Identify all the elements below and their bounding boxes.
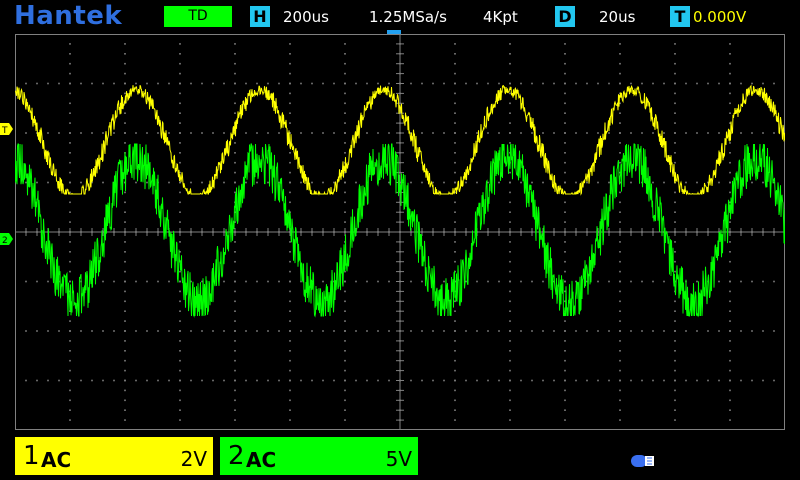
- ch2-marker-label: 2: [2, 236, 8, 245]
- channel-status-bar: 1 AC 2V 2 AC 5V: [0, 434, 800, 480]
- trigger-level-marker[interactable]: T: [0, 120, 14, 136]
- top-status-bar: Hantek TD H 200us 1.25MSa/s 4Kpt D 20us …: [0, 0, 800, 34]
- ch1-number: 1: [23, 441, 40, 471]
- brand-logo: Hantek: [14, 1, 123, 31]
- usb-icon: [631, 455, 654, 467]
- timebase-value: 200us: [283, 8, 329, 26]
- trigger-level-value: 0.000V: [693, 8, 747, 26]
- ch1-scale: 2V: [180, 447, 207, 471]
- waveform-display[interactable]: [15, 34, 785, 430]
- memory-depth-value: 4Kpt: [483, 8, 518, 26]
- horizontal-icon[interactable]: H: [250, 6, 270, 27]
- trigger-icon[interactable]: T: [670, 6, 690, 27]
- sample-rate-value: 1.25MSa/s: [369, 8, 447, 26]
- ch2-number: 2: [228, 441, 245, 471]
- delay-value: 20us: [599, 8, 636, 26]
- ch2-level-marker[interactable]: 2: [0, 230, 14, 246]
- ch2-info[interactable]: 2 AC 5V: [220, 437, 418, 475]
- ch2-scale: 5V: [385, 447, 412, 471]
- ch1-coupling: AC: [41, 448, 72, 472]
- trigger-marker-label: T: [1, 126, 8, 135]
- ch1-info[interactable]: 1 AC 2V: [15, 437, 213, 475]
- ch2-coupling: AC: [246, 448, 277, 472]
- mode-indicator[interactable]: TD: [164, 6, 232, 27]
- delay-icon[interactable]: D: [555, 6, 575, 27]
